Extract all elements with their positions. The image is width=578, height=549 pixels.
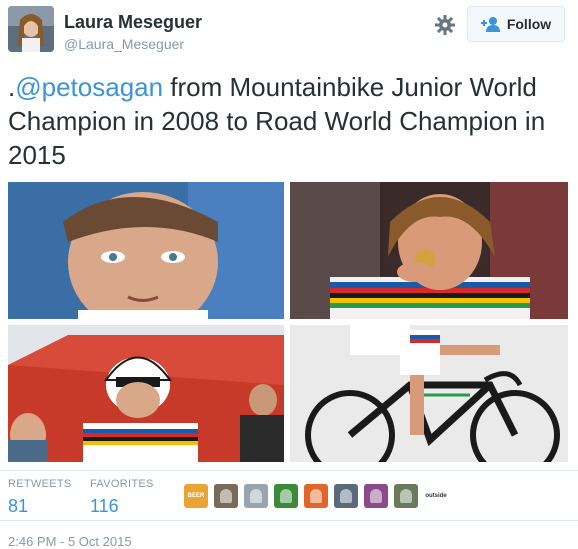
- gear-icon[interactable]: [434, 14, 456, 36]
- retweets-stat[interactable]: RETWEETS 81: [8, 478, 72, 517]
- favoriter-avatar[interactable]: [394, 484, 418, 508]
- tweet-text: .@petosagan from Mountainbike Junior Wor…: [8, 70, 568, 172]
- favoriter-avatar[interactable]: outside: [424, 484, 448, 508]
- follow-label: Follow: [506, 16, 552, 32]
- divider-top: [0, 470, 578, 471]
- favoriter-avatar[interactable]: BEER: [184, 484, 208, 508]
- favoriter-avatar[interactable]: [274, 484, 298, 508]
- favoriter-avatar[interactable]: [214, 484, 238, 508]
- tweet-timestamp[interactable]: 2:46 PM - 5 Oct 2015: [8, 534, 132, 549]
- retweets-count: 81: [8, 496, 29, 516]
- favorites-stat[interactable]: FAVORITES 116: [90, 478, 154, 517]
- follow-button[interactable]: Follow: [467, 6, 565, 42]
- photo-4[interactable]: [290, 325, 568, 462]
- author-name[interactable]: Laura Meseguer: [64, 12, 202, 33]
- favoriter-avatar[interactable]: [334, 484, 358, 508]
- favoriter-avatar[interactable]: [364, 484, 388, 508]
- photo-2[interactable]: [290, 182, 568, 319]
- author-handle[interactable]: @Laura_Meseguer: [64, 36, 184, 52]
- author-avatar[interactable]: [8, 6, 54, 52]
- add-user-icon: [480, 16, 501, 32]
- mention-link[interactable]: @petosagan: [15, 72, 163, 102]
- favoriter-avatar[interactable]: [244, 484, 268, 508]
- photo-3[interactable]: [8, 325, 284, 462]
- favoriter-avatars: BEER outside: [184, 484, 448, 508]
- photo-1[interactable]: [8, 182, 284, 319]
- tweet-header: Laura Meseguer @Laura_Meseguer Follow: [0, 0, 578, 62]
- favorites-label: FAVORITES: [90, 478, 154, 490]
- retweets-label: RETWEETS: [8, 478, 72, 490]
- favoriter-avatar[interactable]: [304, 484, 328, 508]
- divider-bottom: [0, 520, 578, 521]
- favorites-count: 116: [90, 496, 119, 516]
